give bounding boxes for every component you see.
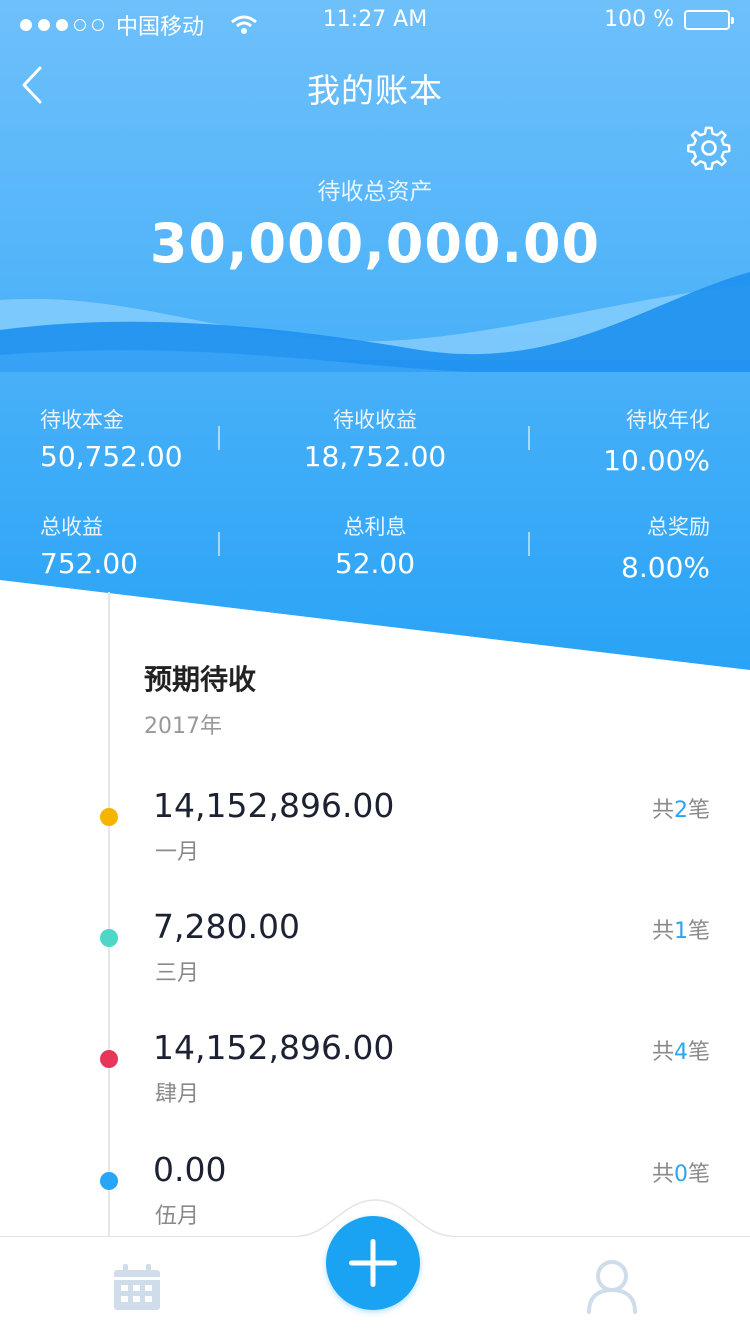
status-bar: 中国移动 11:27 AM 100 % xyxy=(0,0,750,40)
timeline-entry[interactable]: 14,152,896.00 一月 共2笔 xyxy=(0,786,750,876)
divider xyxy=(528,426,530,450)
entry-count: 共2笔 xyxy=(651,798,710,823)
entry-count: 共0笔 xyxy=(651,1162,710,1187)
divider xyxy=(218,426,220,450)
stat-total-reward: 总奖励 8.00% xyxy=(621,511,710,584)
stat-principal: 待收本金 50,752.00 xyxy=(40,404,183,473)
battery-icon xyxy=(684,9,734,30)
gear-icon[interactable] xyxy=(686,126,732,172)
stat-value: 18,752.00 xyxy=(303,440,447,473)
section-year: 2017年 xyxy=(144,714,222,739)
divider xyxy=(528,532,530,556)
stat-label: 待收本金 xyxy=(40,408,124,432)
stat-total-interest: 总利息 52.00 xyxy=(275,511,475,580)
stat-value: 50,752.00 xyxy=(40,440,183,473)
page-title: 我的账本 xyxy=(307,71,443,110)
stat-label: 待收收益 xyxy=(333,408,417,432)
total-assets-label: 待收总资产 xyxy=(317,179,433,205)
timeline-entry[interactable]: 7,280.00 三月 共1笔 xyxy=(0,907,750,997)
entry-count: 共4笔 xyxy=(651,1040,710,1065)
stat-value: 52.00 xyxy=(334,547,416,580)
total-assets-value: 30,000,000.00 xyxy=(149,212,601,275)
entry-month: 三月 xyxy=(155,961,200,986)
stat-total-income: 总收益 752.00 xyxy=(40,511,138,580)
stat-value: 10.00% xyxy=(603,444,710,477)
timeline-dot xyxy=(100,808,118,826)
stat-value: 752.00 xyxy=(40,547,138,580)
entry-month: 肆月 xyxy=(155,1082,200,1107)
stat-value: 8.00% xyxy=(621,551,710,584)
timeline-dot xyxy=(100,929,118,947)
entry-amount: 14,152,896.00 xyxy=(153,1028,395,1067)
entry-month: 伍月 xyxy=(155,1204,200,1229)
entry-count: 共1笔 xyxy=(651,919,710,944)
divider xyxy=(218,532,220,556)
entry-amount: 0.00 xyxy=(153,1150,227,1189)
timeline-entry[interactable]: 14,152,896.00 肆月 共4笔 xyxy=(0,1028,750,1118)
entry-amount: 14,152,896.00 xyxy=(153,786,395,825)
calendar-icon[interactable] xyxy=(112,1262,162,1312)
plus-icon xyxy=(349,1239,397,1287)
timeline-dot xyxy=(100,1050,118,1068)
stat-label: 总利息 xyxy=(343,515,407,539)
stat-label: 总奖励 xyxy=(647,515,710,539)
battery-text: 100 % xyxy=(604,7,674,32)
entry-month: 一月 xyxy=(155,840,200,865)
stat-label: 待收年化 xyxy=(626,408,710,432)
stat-income: 待收收益 18,752.00 xyxy=(275,404,475,473)
add-button[interactable] xyxy=(326,1216,420,1310)
user-icon[interactable] xyxy=(586,1258,638,1314)
entry-amount: 7,280.00 xyxy=(153,907,300,946)
timeline-dot xyxy=(100,1172,118,1190)
section-title: 预期待收 xyxy=(144,663,257,696)
stat-annualized: 待收年化 10.00% xyxy=(603,404,710,477)
stat-label: 总收益 xyxy=(40,515,103,539)
